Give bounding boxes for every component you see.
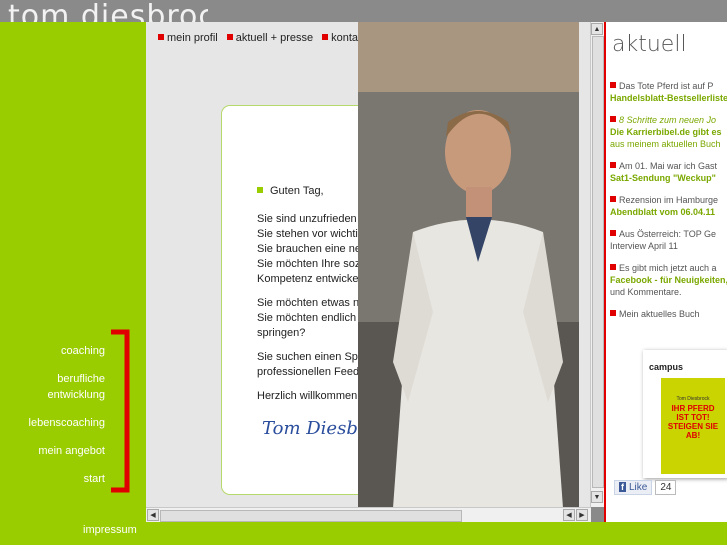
news-item[interactable]: Es gibt mich jetzt auch a Facebook - für … xyxy=(610,262,727,298)
nav-item-aktuell-presse[interactable]: aktuell + presse xyxy=(226,32,313,44)
red-square-icon xyxy=(158,34,164,40)
red-square-icon xyxy=(610,82,616,88)
sidebar-item-start[interactable]: start xyxy=(84,471,105,487)
red-square-icon xyxy=(610,230,616,236)
signature: Tom Diesbr xyxy=(262,418,358,439)
news-item[interactable]: Das Tote Pferd ist auf P Handelsblatt-Bes… xyxy=(610,80,727,104)
red-square-icon xyxy=(322,34,329,40)
scroll-left-icon[interactable]: ◀ xyxy=(147,509,159,521)
aktuell-heading: aktuell xyxy=(612,32,687,57)
red-square-icon xyxy=(610,116,616,122)
scroll-left-icon[interactable]: ◀ xyxy=(563,509,575,521)
red-square-icon xyxy=(610,264,616,270)
horizontal-scrollbar[interactable]: ◀ ◀ ▶ xyxy=(146,507,591,522)
portrait-photo xyxy=(358,22,579,508)
news-item[interactable]: Rezension im Hamburge Abendblatt vom 06.0… xyxy=(610,194,727,218)
red-square-icon xyxy=(610,162,616,168)
red-square-icon xyxy=(610,310,616,316)
greeting: Guten Tag, xyxy=(257,185,324,197)
facebook-like-button[interactable]: f Like xyxy=(614,480,653,495)
nav-item-mein-profil[interactable]: mein profil xyxy=(158,32,218,44)
scroll-down-icon[interactable]: ▼ xyxy=(591,491,603,503)
news-item[interactable]: Aus Österreich: TOP Ge Interview April 11 xyxy=(610,228,727,252)
news-item[interactable]: Am 01. Mai war ich Gast Sat1-Sendung "Wec… xyxy=(610,160,727,184)
vertical-scrollbar[interactable]: ▲ ▼ xyxy=(590,22,605,507)
news-item[interactable]: Mein aktuelles Buch xyxy=(610,308,727,320)
sidebar-item-entwicklung[interactable]: entwicklung xyxy=(48,387,105,403)
site-title: tom diesbrock xyxy=(8,2,208,24)
red-square-icon xyxy=(610,196,616,202)
welcome-text: Sie sind unzufrieden Sie stehen vor wich… xyxy=(257,213,358,402)
scroll-up-icon[interactable]: ▲ xyxy=(591,23,603,35)
vertical-scroll-thumb[interactable] xyxy=(592,36,604,488)
like-count: 24 xyxy=(655,480,677,495)
facebook-like: f Like 24 xyxy=(614,480,677,495)
scroll-right-icon[interactable]: ▶ xyxy=(576,509,588,521)
facebook-icon: f xyxy=(619,482,626,492)
news-item[interactable]: 8 Schritte zum neuen Jo Die Karrierbibel.… xyxy=(610,114,727,150)
sidebar-item-lebenscoaching[interactable]: lebenscoaching xyxy=(29,415,105,431)
news-list: Das Tote Pferd ist auf P Handelsblatt-Bes… xyxy=(610,80,727,330)
sidebar-item-coaching[interactable]: coaching xyxy=(61,343,105,359)
book-title-block: Tom Diesbrock IHR PFERD IST TOT! STEIGEN… xyxy=(661,378,725,474)
top-nav: mein profil aktuell + presse kontakt xyxy=(158,32,368,44)
book-cover[interactable]: campus Tom Diesbrock IHR PFERD IST TOT! … xyxy=(643,350,727,478)
sidebar-bracket xyxy=(111,329,130,493)
sidebar-item-mein-angebot[interactable]: mein angebot xyxy=(38,443,105,459)
red-square-icon xyxy=(226,34,233,40)
sidebar-item-berufliche[interactable]: berufliche xyxy=(57,371,105,387)
impressum-link[interactable]: impressum xyxy=(83,524,137,536)
green-square-icon xyxy=(257,187,263,193)
horizontal-scroll-thumb[interactable] xyxy=(160,510,462,522)
